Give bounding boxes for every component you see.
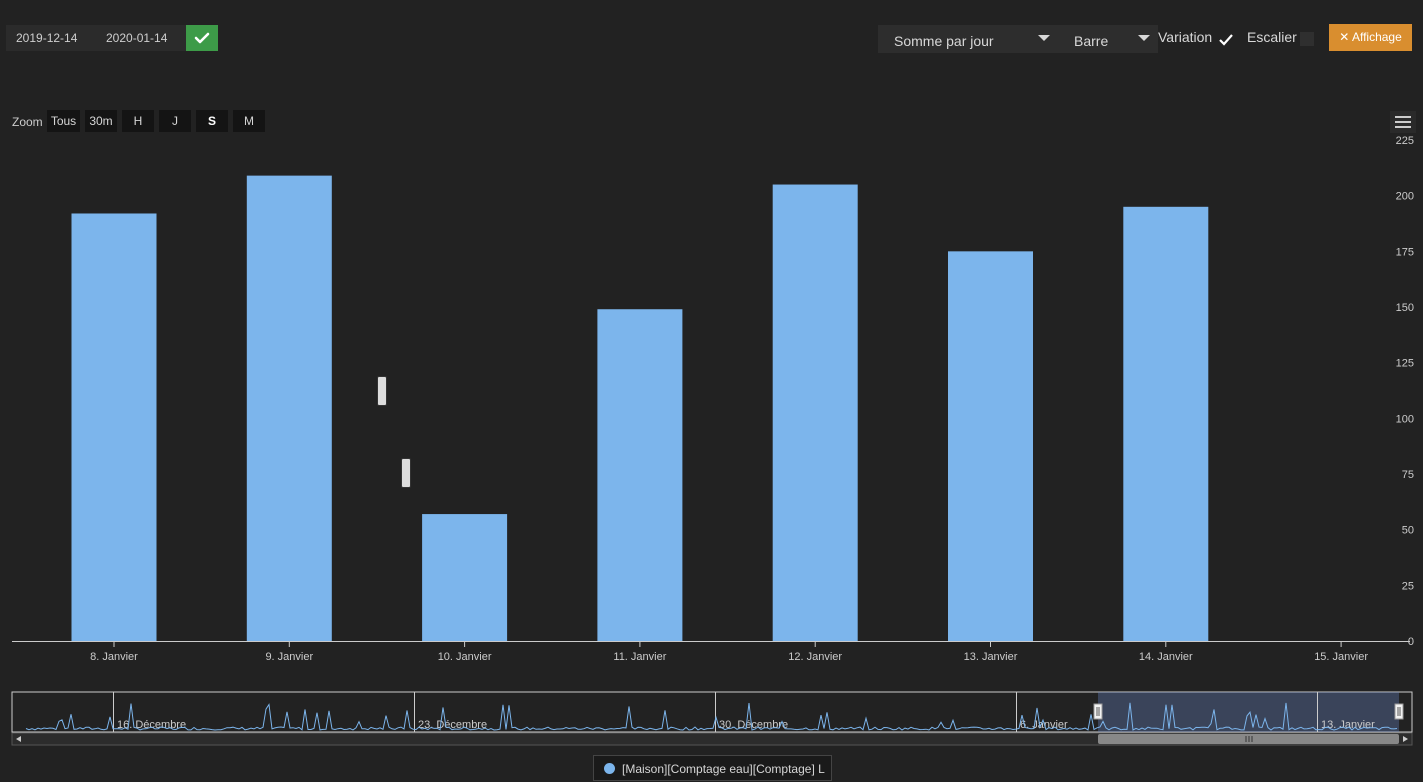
drag-handle[interactable] bbox=[401, 458, 411, 488]
legend[interactable]: [Maison][Comptage eau][Comptage] L bbox=[593, 755, 832, 781]
y-tick-label: 125 bbox=[1396, 358, 1414, 370]
main-chart: 02550751001251501752002258. Janvier 9. Ja… bbox=[12, 135, 1414, 663]
bar[interactable] bbox=[71, 213, 157, 642]
bar[interactable] bbox=[422, 514, 508, 641]
bar[interactable] bbox=[948, 251, 1033, 642]
y-tick-label: 25 bbox=[1402, 580, 1414, 592]
navigator-handle[interactable] bbox=[1394, 703, 1404, 720]
y-tick-label: 225 bbox=[1396, 135, 1414, 147]
x-tick-label: 9. Janvier bbox=[265, 651, 313, 663]
y-tick-label: 200 bbox=[1396, 191, 1414, 203]
bar[interactable] bbox=[772, 184, 858, 642]
x-tick-label: 10. Janvier bbox=[438, 651, 492, 663]
x-tick-label: 12. Janvier bbox=[788, 651, 842, 663]
bar[interactable] bbox=[246, 175, 332, 642]
x-tick-label: 15. Janvier bbox=[1314, 651, 1368, 663]
y-tick-label: 100 bbox=[1396, 413, 1414, 425]
navigator[interactable]: 16. Décembre 23. Décembre 30. Décembre 6. J… bbox=[0, 688, 1423, 750]
x-tick-label: 8. Janvier bbox=[90, 651, 138, 663]
y-tick-label: 175 bbox=[1396, 246, 1414, 258]
y-tick-label: 75 bbox=[1402, 469, 1414, 481]
bar[interactable] bbox=[1123, 206, 1209, 642]
drag-handle[interactable] bbox=[377, 376, 387, 406]
x-tick-label: 14. Janvier bbox=[1139, 651, 1193, 663]
navigator-handle[interactable] bbox=[1093, 703, 1103, 720]
legend-series-label: [Maison][Comptage eau][Comptage] L bbox=[622, 762, 825, 776]
navigator-label: 13. Janvier bbox=[1321, 719, 1375, 731]
x-tick-label: 13. Janvier bbox=[964, 651, 1018, 663]
y-tick-label: 50 bbox=[1402, 525, 1414, 537]
bar[interactable] bbox=[597, 309, 683, 641]
y-tick-label: 150 bbox=[1396, 302, 1414, 314]
x-tick-label: 11. Janvier bbox=[613, 651, 666, 663]
legend-series-marker bbox=[604, 763, 615, 774]
